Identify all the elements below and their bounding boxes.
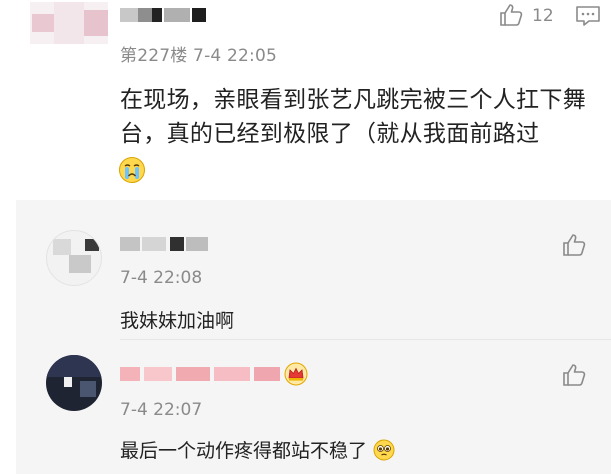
comment-floor-and-time: 第227楼 7-4 22:05 bbox=[120, 46, 278, 66]
avatar[interactable] bbox=[46, 355, 102, 411]
reply-text: 最后一个动作疼得都站不稳了 bbox=[120, 440, 368, 462]
reply-time: 7-4 22:07 bbox=[120, 400, 203, 420]
main-comment: 第227楼 7-4 22:05 12 在现场，亲眼看到张艺凡跳完被三个人扛下舞台… bbox=[0, 0, 611, 200]
reply-item: 7-4 22:08 我妹妹加油啊 bbox=[16, 200, 611, 340]
pleading-emoji-icon bbox=[373, 439, 395, 461]
reply-content: 最后一个动作疼得都站不稳了 bbox=[120, 436, 395, 463]
thumbs-up-icon[interactable] bbox=[561, 232, 587, 258]
avatar[interactable] bbox=[46, 230, 102, 286]
reply-content: 我妹妹加油啊 bbox=[120, 310, 235, 332]
username-blurred[interactable] bbox=[120, 4, 212, 24]
crying-emoji-icon bbox=[118, 156, 146, 184]
thumbs-up-icon[interactable] bbox=[498, 2, 524, 28]
comment-reply-icon[interactable] bbox=[575, 4, 601, 28]
reply-list: 7-4 22:08 我妹妹加油啊 7-4 22:07 最后一个动作疼得都站不稳了 bbox=[16, 200, 611, 474]
crown-badge-icon bbox=[284, 362, 308, 386]
reply-time: 7-4 22:08 bbox=[120, 268, 203, 288]
thumbs-up-icon[interactable] bbox=[561, 362, 587, 388]
comment-content: 在现场，亲眼看到张艺凡跳完被三个人扛下舞台，真的已经到极限了（就从我面前路过 bbox=[120, 87, 586, 147]
like-count: 12 bbox=[532, 6, 554, 26]
reply-item: 7-4 22:07 最后一个动作疼得都站不稳了 bbox=[16, 340, 611, 474]
avatar[interactable] bbox=[30, 2, 108, 44]
username-blurred[interactable] bbox=[120, 234, 220, 254]
username-blurred[interactable] bbox=[120, 364, 310, 384]
